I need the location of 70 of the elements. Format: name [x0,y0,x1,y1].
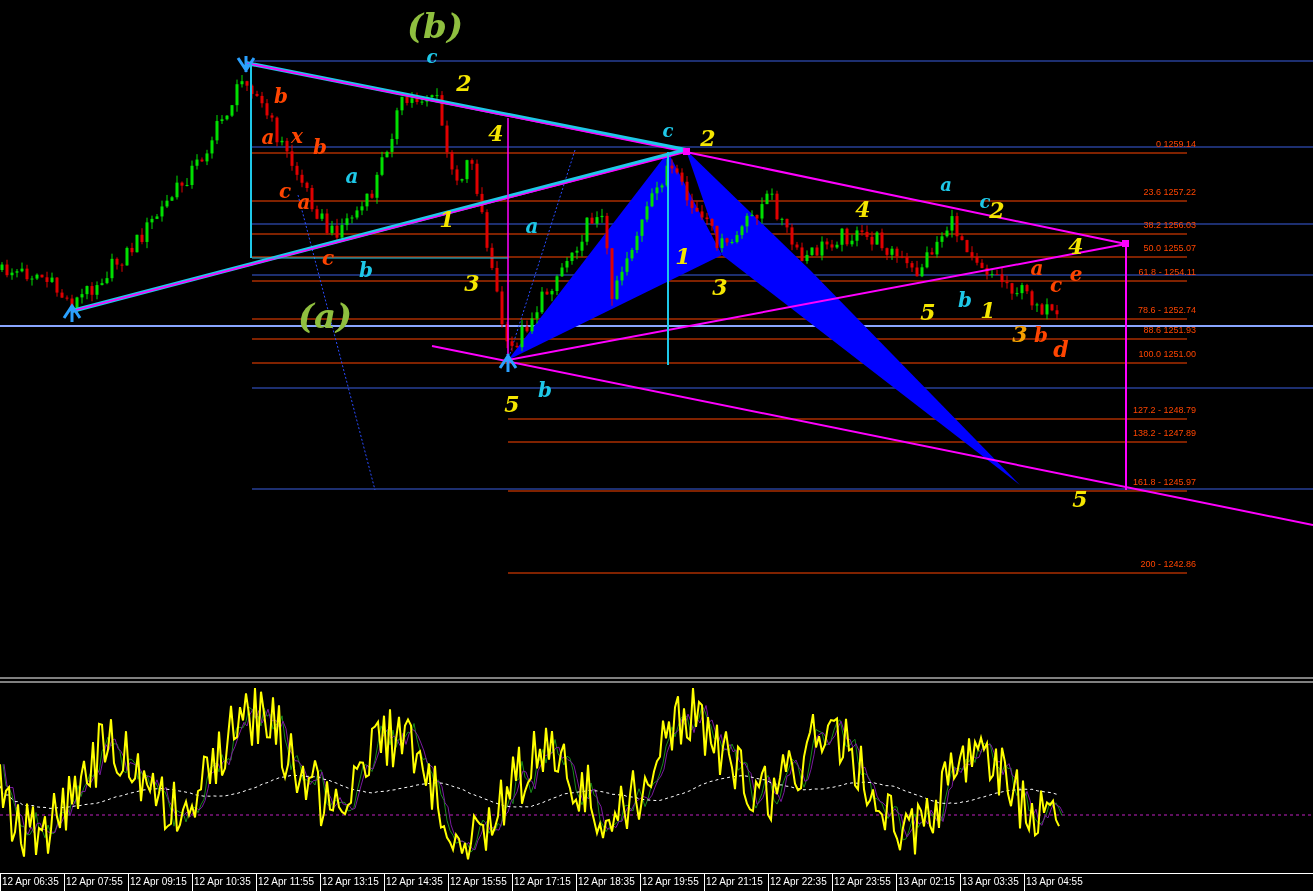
wave-label: 5 [920,299,936,325]
time-axis-label: 13 Apr 02:15 [896,874,960,891]
wave-label: 2 [989,197,1005,223]
wave-label: e [1069,262,1083,286]
wave-label: a [1030,256,1044,280]
fib-level-label: 200 - 1242.86 [1140,559,1196,569]
fib-level-label: 138.2 - 1247.89 [1132,428,1196,438]
anchor-point-icon [1122,240,1129,247]
fib-level-label: 127.2 - 1248.79 [1132,405,1196,415]
wave-label: c [979,191,991,212]
wave-label: 3 [1012,321,1028,347]
fib-level-label: 0 1259.14 [1155,139,1196,149]
wave-label: a [297,190,311,214]
time-axis-label: 12 Apr 13:15 [320,874,384,891]
time-axis-label: 12 Apr 22:35 [768,874,832,891]
wave-label: b [313,135,327,159]
wave-label: 3 [464,270,480,296]
wave-label: b [958,288,972,312]
time-axis-label: 12 Apr 18:35 [576,874,640,891]
anchor-point-icon [683,148,690,155]
time-axis-label: 12 Apr 10:35 [192,874,256,891]
fib-level-label: 50.0 1255.07 [1143,243,1196,253]
wave-label: c [321,246,335,270]
fib-level-label: 161.8 - 1245.97 [1132,477,1196,487]
wave-label: d [1053,336,1069,362]
wave-label: x [291,124,303,148]
time-axis-label: 12 Apr 17:15 [512,874,576,891]
arrow-marker-icon [498,352,518,374]
wave-label: b [538,378,552,402]
time-axis-label: 12 Apr 09:15 [128,874,192,891]
wave-label: 5 [504,391,520,417]
fib-level-label: 78.6 - 1252.74 [1137,305,1196,315]
wave-label: b [274,84,288,108]
time-axis-label: 13 Apr 04:55 [1024,874,1088,891]
wave-label: a [940,174,952,195]
wave-label: 4 [855,196,871,222]
wave-label: c [426,46,438,67]
time-axis-label: 13 Apr 03:35 [960,874,1024,891]
time-axis-label: 12 Apr 19:55 [640,874,704,891]
wave-label: 2 [700,125,716,151]
wave-label: c [662,120,674,141]
time-axis-label: 12 Apr 15:55 [448,874,512,891]
time-axis-label: 12 Apr 21:15 [704,874,768,891]
wave-label: a [345,164,359,188]
wave-label: a [261,125,275,149]
time-axis-label: 12 Apr 23:55 [832,874,896,891]
wave-label: a [525,214,539,238]
wave-label: 2 [456,70,472,96]
wave-label: b [359,258,373,282]
time-axis-label: 12 Apr 14:35 [384,874,448,891]
wave-label: c [1049,273,1063,297]
wave-label: 4 [488,120,504,146]
arrow-marker-icon [236,54,256,74]
wave-label: 5 [1072,486,1088,512]
wave-label: b [1034,323,1048,347]
wave-label: 1 [980,297,996,323]
arrow-marker-icon [62,303,82,324]
fib-level-label: 23.6 1257.22 [1143,187,1196,197]
time-axis-label: 12 Apr 07:55 [64,874,128,891]
wave-label: 3 [712,274,728,300]
fib-level-label: 61.8 - 1254.11 [1138,267,1196,277]
wave-label: 4 [1068,233,1084,259]
wave-label: 1 [675,243,691,269]
fib-level-label: 38.2 1256.03 [1143,220,1196,230]
wave-label: c [278,179,292,203]
time-axis-label: 12 Apr 06:35 [0,874,64,891]
fib-level-label: 100.0 1251.00 [1138,349,1196,359]
time-axis-label: 12 Apr 11:55 [256,874,320,891]
fib-level-label: 88.6 1251.93 [1143,325,1196,335]
wave-label: (b) [407,6,463,46]
